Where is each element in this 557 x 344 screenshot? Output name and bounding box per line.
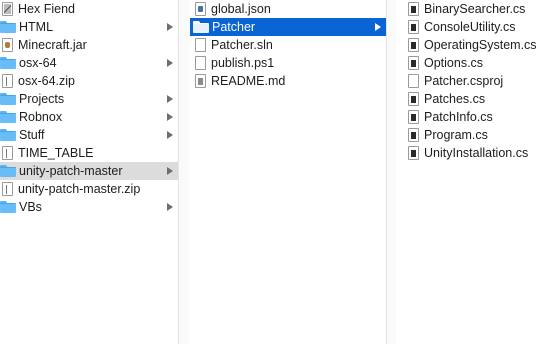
cs-file-icon	[408, 2, 419, 16]
column-parent[interactable]: Hex Fiend HTML Minecraft.jar osx-64 osx-…	[0, 0, 178, 344]
item-label: VBs	[19, 200, 42, 214]
folder-icon	[193, 21, 209, 33]
chevron-right-icon	[166, 162, 174, 180]
list-item-hex-fiend[interactable]: Hex Fiend	[0, 0, 178, 18]
item-label: Hex Fiend	[18, 2, 75, 16]
list-item-unityinstallation-cs[interactable]: UnityInstallation.cs	[397, 144, 557, 162]
item-label: PatchInfo.cs	[424, 110, 493, 124]
cs-file-icon	[408, 92, 419, 106]
list-item-osx-64-zip[interactable]: osx-64.zip	[0, 72, 178, 90]
folder-icon	[0, 57, 16, 69]
chevron-right-icon	[166, 198, 174, 216]
cs-file-icon	[408, 110, 419, 124]
list-item-readme-md[interactable]: README.md	[190, 72, 386, 90]
item-label: Options.cs	[424, 56, 484, 70]
list-item-osx-64[interactable]: osx-64	[0, 54, 178, 72]
folder-icon	[0, 165, 16, 177]
document-icon	[195, 56, 206, 70]
list-item-patcher-sln[interactable]: Patcher.sln	[190, 36, 386, 54]
list-item-patcher[interactable]: Patcher	[190, 18, 386, 36]
document-icon	[2, 146, 13, 160]
list-item-unity-patch-master-zip[interactable]: unity-patch-master.zip	[0, 180, 178, 198]
list-item-consoleutility-cs[interactable]: ConsoleUtility.cs	[397, 18, 557, 36]
item-label: Program.cs	[424, 128, 488, 142]
column-patcher[interactable]: BinarySearcher.cs ConsoleUtility.cs Oper…	[397, 0, 557, 344]
cs-file-icon	[408, 146, 419, 160]
item-label: Patcher.csproj	[424, 74, 504, 88]
item-label: Robnox	[19, 110, 63, 124]
list-item-time-table[interactable]: TIME_TABLE	[0, 144, 178, 162]
list-item-html[interactable]: HTML	[0, 18, 178, 36]
list-item-publish-ps1[interactable]: publish.ps1	[190, 54, 386, 72]
item-label: Patcher	[212, 20, 256, 34]
item-label: Patches.cs	[424, 92, 486, 106]
folder-icon	[0, 111, 16, 123]
list-item-minecraft-jar[interactable]: Minecraft.jar	[0, 36, 178, 54]
cs-file-icon	[408, 38, 419, 52]
folder-icon	[0, 21, 16, 33]
list-item-global-json[interactable]: global.json	[190, 0, 386, 18]
item-label: unity-patch-master.zip	[18, 182, 141, 196]
item-label: unity-patch-master	[19, 164, 123, 178]
app-icon	[2, 2, 13, 16]
list-item-projects[interactable]: Projects	[0, 90, 178, 108]
item-label: publish.ps1	[211, 56, 275, 70]
item-label: osx-64.zip	[18, 74, 75, 88]
list-item-vbs[interactable]: VBs	[0, 198, 178, 216]
item-label: Patcher.sln	[211, 38, 273, 52]
folder-icon	[0, 201, 16, 213]
cs-file-icon	[408, 56, 419, 70]
item-label: OperatingSystem.cs	[424, 38, 537, 52]
folder-icon	[0, 129, 16, 141]
list-item-patcher-csproj[interactable]: Patcher.csproj	[397, 72, 557, 90]
column-resize-handle[interactable]	[386, 0, 396, 344]
column-resize-handle[interactable]	[178, 0, 189, 344]
item-label: Projects	[19, 92, 65, 106]
chevron-right-icon	[166, 54, 174, 72]
list-item-patches-cs[interactable]: Patches.cs	[397, 90, 557, 108]
list-item-options-cs[interactable]: Options.cs	[397, 54, 557, 72]
document-icon	[408, 74, 419, 88]
list-item-operatingsystem-cs[interactable]: OperatingSystem.cs	[397, 36, 557, 54]
finder-column-browser: Hex Fiend HTML Minecraft.jar osx-64 osx-…	[0, 0, 557, 344]
item-label: HTML	[19, 20, 54, 34]
column-unity-patch-master[interactable]: global.json Patcher Patcher.sln publish.…	[190, 0, 386, 344]
jar-icon	[2, 38, 13, 52]
list-item-stuff[interactable]: Stuff	[0, 126, 178, 144]
chevron-right-icon	[166, 90, 174, 108]
cs-file-icon	[408, 20, 419, 34]
list-item-program-cs[interactable]: Program.cs	[397, 126, 557, 144]
zip-icon	[2, 74, 13, 88]
item-label: TIME_TABLE	[18, 146, 94, 160]
item-label: BinarySearcher.cs	[424, 2, 526, 16]
document-icon	[195, 74, 206, 88]
list-item-unity-patch-master[interactable]: unity-patch-master	[0, 162, 178, 180]
chevron-right-icon	[166, 18, 174, 36]
item-label: UnityInstallation.cs	[424, 146, 529, 160]
chevron-right-icon	[166, 126, 174, 144]
cs-file-icon	[408, 128, 419, 142]
item-label: Stuff	[19, 128, 45, 142]
item-label: osx-64	[19, 56, 57, 70]
chevron-right-icon	[374, 18, 382, 36]
item-label: Minecraft.jar	[18, 38, 87, 52]
folder-icon	[0, 93, 16, 105]
item-label: ConsoleUtility.cs	[424, 20, 516, 34]
list-item-patchinfo-cs[interactable]: PatchInfo.cs	[397, 108, 557, 126]
list-item-binarysearcher-cs[interactable]: BinarySearcher.cs	[397, 0, 557, 18]
chevron-right-icon	[166, 108, 174, 126]
zip-icon	[2, 182, 13, 196]
document-icon	[195, 38, 206, 52]
item-label: global.json	[211, 2, 271, 16]
item-label: README.md	[211, 74, 286, 88]
json-file-icon	[195, 2, 206, 16]
list-item-robnox[interactable]: Robnox	[0, 108, 178, 126]
